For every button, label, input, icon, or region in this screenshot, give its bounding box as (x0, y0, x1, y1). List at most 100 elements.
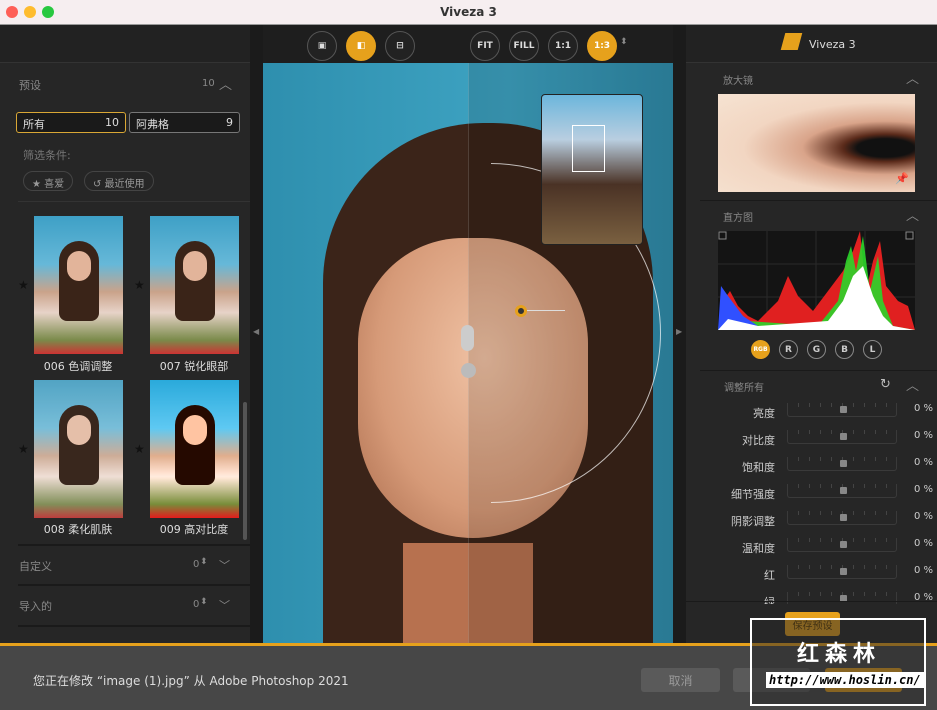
slider-track[interactable] (787, 403, 897, 417)
photo-preview[interactable] (263, 63, 673, 643)
imported-count: 0 (193, 599, 200, 610)
adjust-title: 调整所有 (724, 383, 764, 394)
side-by-side-icon[interactable]: ⊟ (385, 31, 415, 61)
favorites-chip[interactable]: ★ 喜爱 (23, 171, 74, 191)
channel-l-button[interactable]: L (863, 340, 882, 359)
presets-scrollbar[interactable] (243, 402, 247, 540)
preset-label: 006 色调调整 (43, 360, 113, 373)
control-point-menu-icon[interactable] (461, 325, 474, 351)
loupe-title: 放大镜 (723, 76, 753, 87)
slider-value: 0 % (914, 565, 934, 576)
histogram-chart (718, 231, 915, 330)
slider-row: 亮度 0 % (700, 403, 937, 423)
cancel-button[interactable]: 取消 (641, 668, 720, 692)
filter-afg-button[interactable]: 阿弗格 9 (129, 112, 240, 133)
preset-thumbnail[interactable] (150, 380, 239, 518)
collapse-histogram-icon[interactable]: ︿ (906, 205, 919, 224)
split-view-icon[interactable]: ◧ (346, 31, 376, 61)
divider (18, 201, 250, 202)
slider-track[interactable] (787, 565, 897, 579)
channel-b-button[interactable]: B (835, 340, 854, 359)
slider-value: 0 % (914, 403, 934, 414)
sort-stepper-icon[interactable]: ⬍ (200, 557, 208, 567)
slider-label: 绿 (764, 596, 775, 604)
preset-label: 009 高对比度 (159, 523, 229, 536)
slider-track[interactable] (787, 484, 897, 498)
recent-chip[interactable]: ↺ 最近使用 (84, 171, 154, 191)
presets-title: 预设 (19, 79, 41, 92)
preset-thumbnail[interactable] (150, 216, 239, 354)
control-point-reset-icon[interactable] (461, 363, 476, 378)
slider-label: 对比度 (742, 434, 775, 447)
histogram-title: 直方图 (723, 213, 753, 224)
slider-knob[interactable] (840, 433, 847, 440)
collapse-adjust-icon[interactable]: ︿ (906, 375, 919, 394)
slider-knob[interactable] (840, 541, 847, 548)
single-view-icon[interactable]: ▣ (307, 31, 337, 61)
channel-rgb-button[interactable]: RGB (751, 340, 770, 359)
zoom-fill-button[interactable]: FILL (509, 31, 539, 61)
slider-track[interactable] (787, 592, 897, 604)
navigator-viewport[interactable] (572, 125, 605, 172)
loupe-view (718, 94, 915, 192)
zoom-1-1-button[interactable]: 1:1 (548, 31, 578, 61)
navigator-thumbnail[interactable] (541, 94, 643, 245)
divider (686, 601, 937, 602)
slider-row: 温和度 0 % (700, 538, 937, 558)
divider (700, 200, 937, 201)
zoom-1-3-button[interactable]: 1:3 (587, 31, 617, 61)
filter-all-button[interactable]: 所有 10 (16, 112, 126, 133)
control-point-slider[interactable] (527, 310, 565, 311)
expand-custom-icon[interactable]: ﹀ (219, 557, 230, 573)
favorite-star-icon[interactable]: ★ (134, 278, 145, 292)
slider-track[interactable] (787, 430, 897, 444)
watermark-title: 红森林 (797, 642, 882, 667)
divider (700, 370, 937, 371)
left-collapse-strip[interactable]: ◀ (250, 25, 263, 643)
zoom-stepper-icon[interactable]: ⬍ (620, 37, 628, 47)
slider-value: 0 % (914, 484, 934, 495)
slider-track[interactable] (787, 511, 897, 525)
custom-count: 0 (193, 559, 200, 570)
slider-value: 0 % (914, 457, 934, 468)
control-point[interactable] (515, 305, 527, 317)
collapse-presets-icon[interactable]: ︿ (219, 74, 232, 93)
channel-r-button[interactable]: R (779, 340, 798, 359)
filter-count: 10 (105, 116, 119, 129)
slider-row: 绿0 % (700, 592, 937, 604)
expand-imported-icon[interactable]: ﹀ (219, 597, 230, 613)
window-title: Viveza 3 (440, 5, 497, 19)
slider-knob[interactable] (840, 568, 847, 575)
divider (18, 625, 250, 627)
right-collapse-strip[interactable]: ▶ (673, 25, 686, 643)
favorite-star-icon[interactable]: ★ (18, 442, 29, 456)
collapse-loupe-icon[interactable]: ︿ (906, 68, 919, 87)
watermark: 红森林 http://www.hoslin.cn/ (750, 618, 926, 706)
slider-value: 0 % (914, 538, 934, 549)
filter-count: 9 (226, 116, 233, 129)
preset-label: 007 锐化眼部 (159, 360, 229, 373)
slider-track[interactable] (787, 457, 897, 471)
preset-thumbnail[interactable] (34, 216, 123, 354)
pin-icon[interactable]: 📌 (895, 172, 909, 185)
slider-knob[interactable] (840, 460, 847, 467)
channel-g-button[interactable]: G (807, 340, 826, 359)
zoom-fit-button[interactable]: FIT (470, 31, 500, 61)
slider-label: 温和度 (742, 542, 775, 555)
slider-row: 阴影调整 0 % (700, 511, 937, 531)
favorite-star-icon[interactable]: ★ (134, 442, 145, 456)
custom-title: 自定义 (19, 560, 52, 573)
reset-icon[interactable]: ↻ (880, 377, 891, 392)
slider-knob[interactable] (840, 514, 847, 521)
favorite-star-icon[interactable]: ★ (18, 278, 29, 292)
sort-stepper-icon[interactable]: ⬍ (200, 597, 208, 607)
slider-track[interactable] (787, 538, 897, 552)
slider-knob[interactable] (840, 406, 847, 413)
slider-knob[interactable] (840, 487, 847, 494)
slider-value: 0 % (914, 430, 934, 441)
status-text: 您正在修改 “image (1).jpg” 从 Adobe Photoshop … (33, 674, 349, 688)
presets-count: 10 (202, 78, 215, 89)
slider-row: 红 0 % (700, 565, 937, 585)
preset-thumbnail[interactable] (34, 380, 123, 518)
slider-label: 细节强度 (731, 488, 775, 501)
